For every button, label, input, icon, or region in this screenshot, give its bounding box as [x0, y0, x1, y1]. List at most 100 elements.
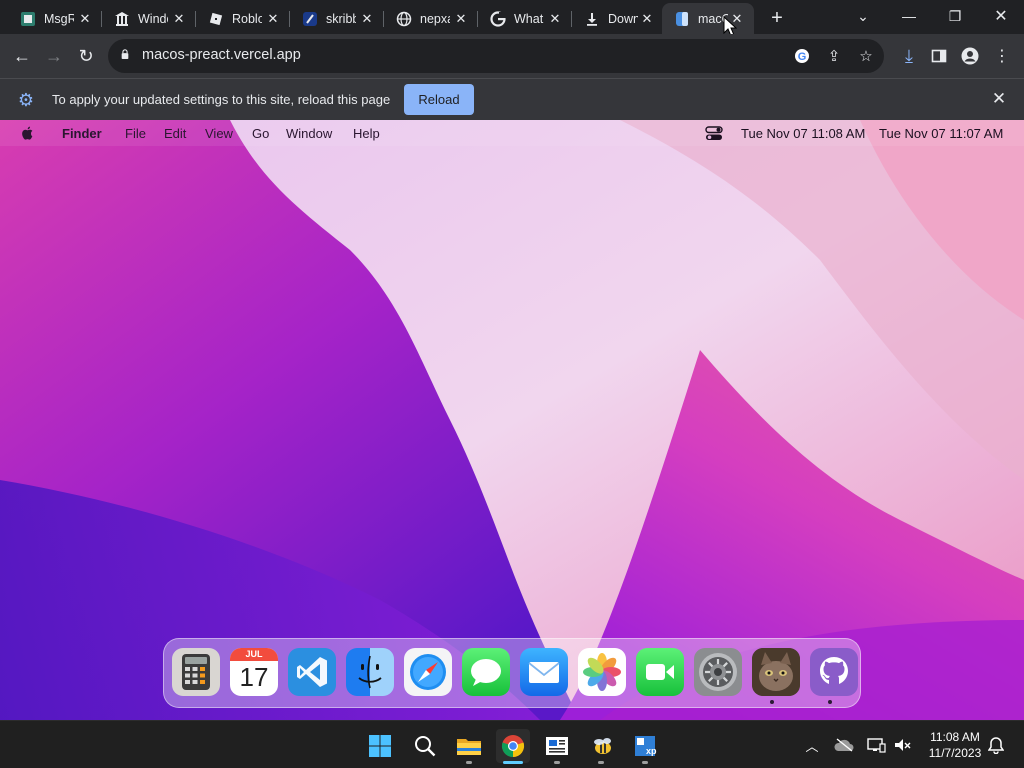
search-icon[interactable] — [408, 729, 442, 763]
svg-text:xp: xp — [646, 746, 657, 756]
menu-window[interactable]: Window — [286, 126, 332, 141]
globe-icon — [396, 11, 412, 27]
reload-infobar: ⚙ To apply your updated settings to this… — [0, 78, 1024, 120]
apple-logo-icon[interactable] — [20, 125, 36, 141]
running-indicator — [828, 700, 832, 704]
menu-file[interactable]: File — [125, 126, 146, 141]
menu-app-name[interactable]: Finder — [62, 126, 102, 141]
download-icon — [584, 11, 600, 27]
bookmark-star-icon[interactable]: ☆ — [856, 46, 876, 66]
window-close-icon[interactable]: ✕ — [978, 0, 1024, 32]
control-center-icon[interactable] — [705, 126, 723, 141]
address-url[interactable]: macos-preact.vercel.app — [142, 47, 301, 63]
cat-avatar-icon[interactable] — [752, 648, 800, 696]
running-indicator — [642, 761, 648, 764]
tab-google[interactable]: What ✕ — [478, 3, 572, 34]
menubar-clock[interactable]: Tue Nov 07 11:08 AM — [741, 126, 865, 141]
infobar-close-icon[interactable]: ✕ — [989, 89, 1009, 109]
new-tab-button[interactable]: + — [765, 6, 789, 30]
volume-muted-icon[interactable] — [892, 735, 912, 755]
wallpaper — [0, 120, 1024, 720]
tab-title: MsgR — [44, 11, 74, 26]
macos-dock: JUL 17 — [163, 638, 861, 708]
messages-icon[interactable] — [462, 648, 510, 696]
roblox-icon — [208, 11, 224, 27]
windows-taskbar: xp ︿ 11:08 AM 11/7/2023 — [0, 720, 1024, 768]
restore-icon[interactable]: ❐ — [932, 0, 978, 32]
bee-app-icon[interactable] — [585, 729, 619, 763]
network-icon[interactable] — [866, 735, 886, 755]
taskbar-clock[interactable]: 11:08 AM 11/7/2023 — [918, 729, 992, 761]
tab-search-icon[interactable]: ⌄ — [840, 0, 886, 32]
finder-icon[interactable] — [346, 648, 394, 696]
close-icon[interactable]: ✕ — [546, 10, 564, 28]
chevron-up-icon[interactable]: ︿ — [802, 735, 822, 755]
facetime-icon[interactable] — [636, 648, 684, 696]
calculator-icon[interactable] — [172, 648, 220, 696]
photos-icon[interactable] — [578, 648, 626, 696]
file-explorer-icon[interactable] — [452, 729, 486, 763]
menubar-clock-duplicate[interactable]: Tue Nov 07 11:07 AM — [879, 126, 1003, 141]
back-arrow-icon[interactable]: ← — [8, 42, 36, 70]
running-indicator — [466, 761, 472, 764]
vscode-icon[interactable] — [288, 648, 336, 696]
forward-arrow-icon[interactable]: → — [40, 42, 68, 70]
notification-bell-icon[interactable] — [986, 735, 1006, 755]
tab-title: Roblo — [232, 11, 262, 26]
news-app-icon[interactable] — [540, 729, 574, 763]
tab-msgroom[interactable]: MsgR ✕ — [8, 3, 102, 34]
gear-icon: ⚙ — [17, 89, 35, 110]
system-preferences-icon[interactable] — [694, 648, 742, 696]
tab-macos[interactable]: macO ✕ — [662, 3, 754, 34]
tab-title: Windo — [138, 11, 168, 26]
macos-desktop: Finder File Edit View Go Window Help Tue… — [0, 120, 1024, 720]
tab-nepxa[interactable]: nepxa ✕ — [384, 3, 478, 34]
running-indicator — [554, 761, 560, 764]
macos-menubar: Finder File Edit View Go Window Help Tue… — [0, 120, 1024, 146]
clock-time: 11:08 AM — [930, 730, 980, 744]
tab-windows[interactable]: Windo ✕ — [102, 3, 196, 34]
tab-title: skribb — [326, 11, 356, 26]
side-panel-icon[interactable] — [925, 42, 953, 70]
lock-icon[interactable] — [120, 49, 130, 59]
finder-icon — [674, 11, 690, 27]
reload-icon[interactable]: ↻ — [72, 42, 100, 70]
tab-roblox[interactable]: Roblo ✕ — [196, 3, 290, 34]
chrome-icon[interactable] — [496, 729, 530, 763]
msgroom-icon — [20, 11, 36, 27]
tab-download[interactable]: Down ✕ — [572, 3, 662, 34]
windows-xp-app-icon[interactable]: xp — [628, 729, 662, 763]
menu-go[interactable]: Go — [252, 126, 269, 141]
menu-view[interactable]: View — [205, 126, 233, 141]
close-icon[interactable]: ✕ — [638, 10, 656, 28]
menu-edit[interactable]: Edit — [164, 126, 186, 141]
extension-download-icon[interactable]: ⤓ — [895, 42, 923, 70]
github-icon[interactable] — [810, 648, 858, 696]
close-icon[interactable]: ✕ — [264, 10, 282, 28]
close-icon[interactable]: ✕ — [452, 10, 470, 28]
skribbl-icon — [302, 11, 318, 27]
tab-title: nepxa — [420, 11, 450, 26]
close-icon[interactable]: ✕ — [76, 10, 94, 28]
tab-title: Down — [608, 11, 638, 26]
minimize-icon[interactable]: — — [886, 0, 932, 32]
share-icon[interactable]: ⇪ — [824, 46, 844, 66]
close-icon[interactable]: ✕ — [358, 10, 376, 28]
running-indicator — [598, 761, 604, 764]
active-indicator — [503, 761, 523, 764]
profile-icon[interactable] — [956, 42, 984, 70]
tab-skribbl[interactable]: skribb ✕ — [290, 3, 384, 34]
google-lens-icon[interactable]: G — [792, 46, 812, 66]
calendar-icon[interactable]: JUL 17 — [230, 648, 278, 696]
address-bar[interactable]: macos-preact.vercel.app G ⇪ ☆ — [108, 39, 884, 73]
windows-start-icon[interactable] — [363, 729, 397, 763]
menu-help[interactable]: Help — [353, 126, 380, 141]
close-icon[interactable]: ✕ — [170, 10, 188, 28]
onedrive-offline-icon[interactable] — [834, 735, 854, 755]
mail-icon[interactable] — [520, 648, 568, 696]
clock-date: 11/7/2023 — [928, 746, 982, 760]
reload-button[interactable]: Reload — [404, 84, 474, 115]
running-indicator — [770, 700, 774, 704]
safari-icon[interactable] — [404, 648, 452, 696]
kebab-menu-icon[interactable]: ⋮ — [988, 42, 1016, 70]
